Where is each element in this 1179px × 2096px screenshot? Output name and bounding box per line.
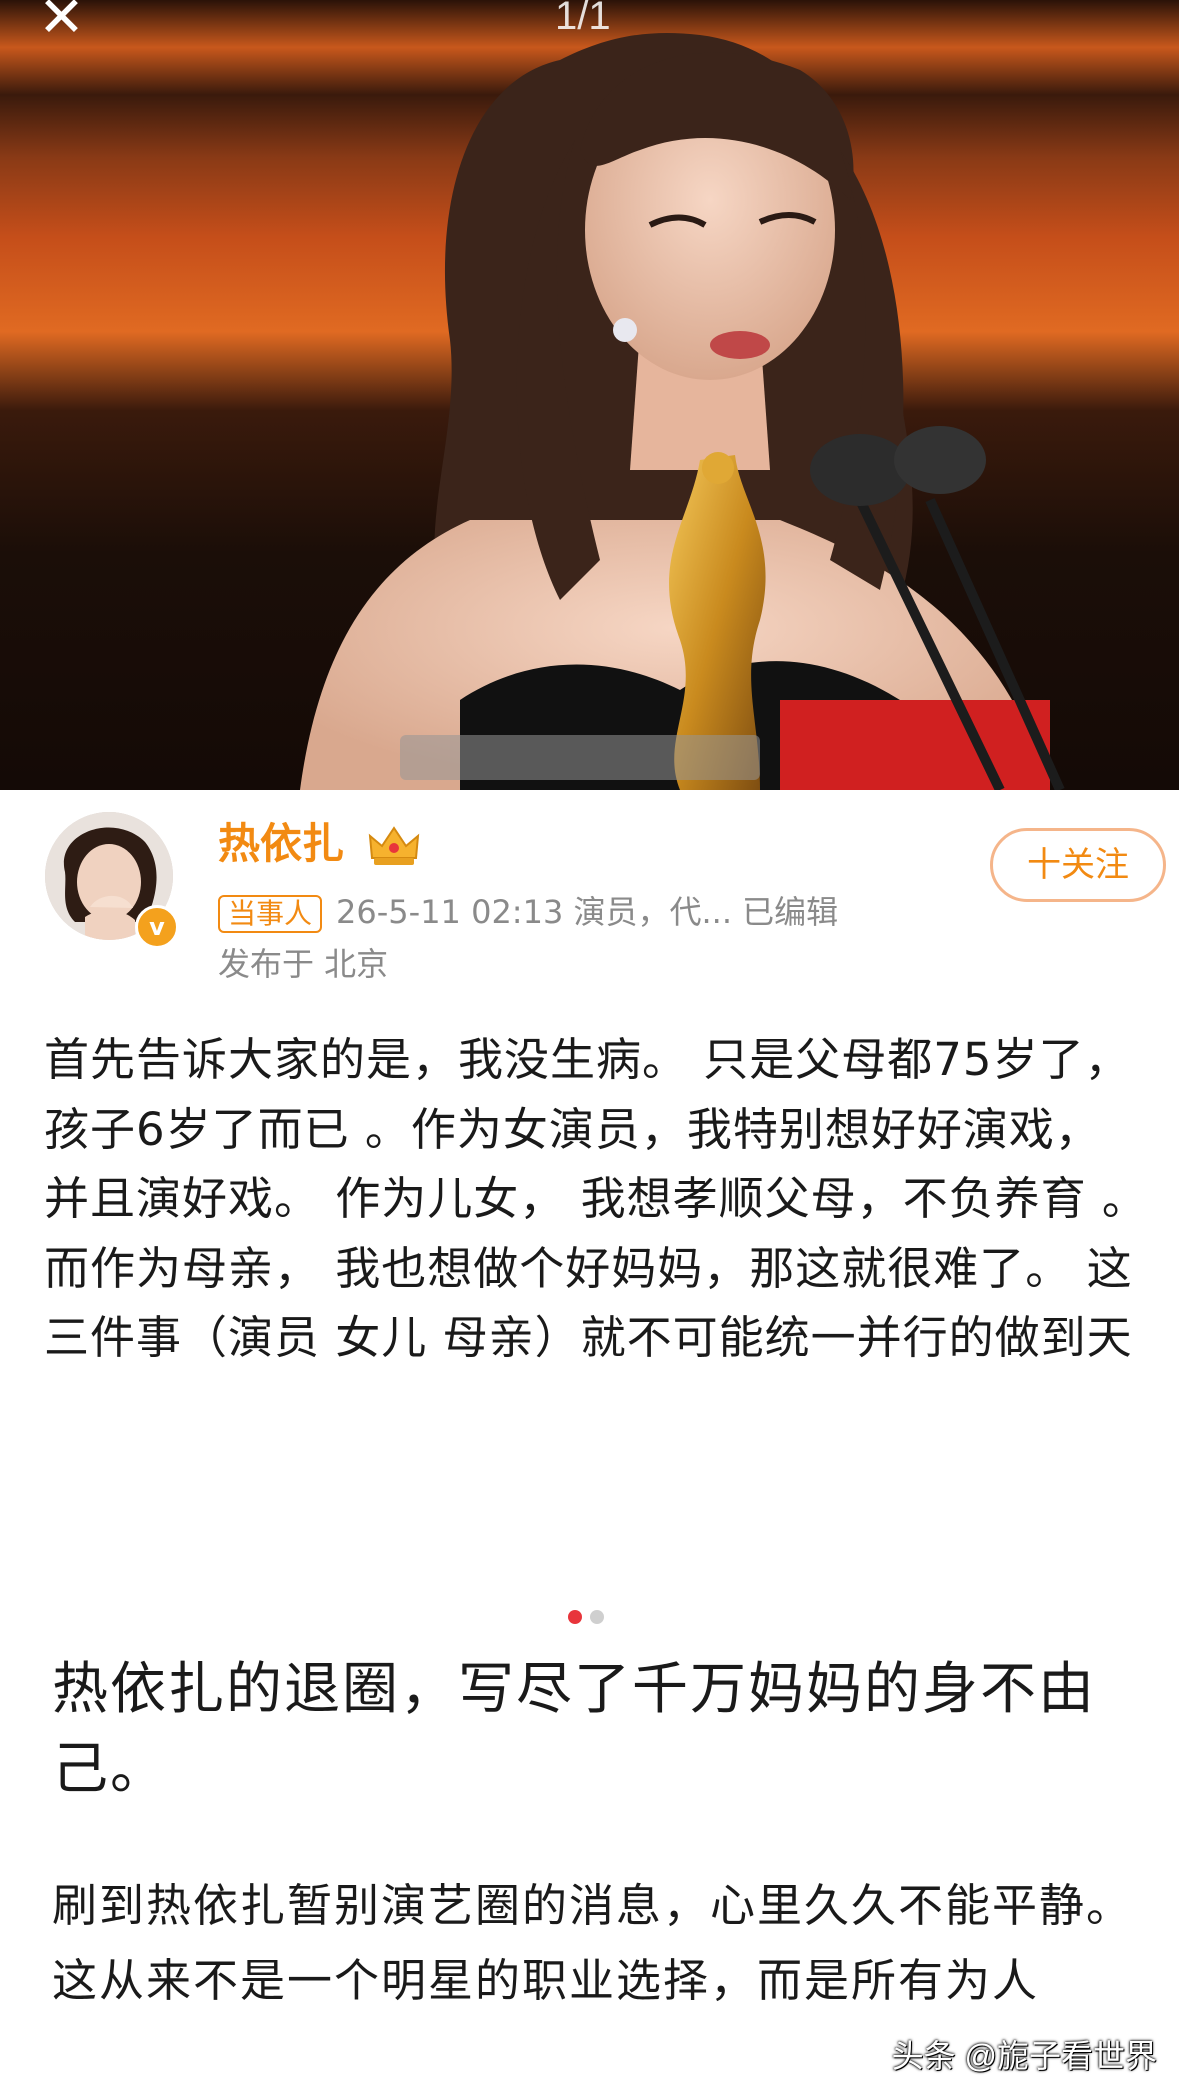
page: ✕ 1/1 v 热依扎 当事人 26-5-11 02:13 演员，代... 已编辑	[0, 0, 1179, 2096]
watermark: 头条 @旎子看世界	[891, 2038, 1157, 2074]
follow-button[interactable]: 十关注	[990, 828, 1166, 902]
pager-dot-active[interactable]	[568, 1610, 582, 1624]
username[interactable]: 热依扎	[218, 818, 344, 870]
close-icon[interactable]: ✕	[38, 0, 94, 46]
article-paragraph-2: 这从来不是一个明星的职业选择，而是所有为人	[52, 1954, 1040, 2007]
pager-dots[interactable]	[568, 1610, 612, 1626]
crown-icon	[366, 824, 422, 868]
post-meta: 当事人 26-5-11 02:13 演员，代... 已编辑	[218, 890, 838, 934]
post-location: 发布于 北京	[218, 945, 389, 983]
post-body-text: 首先告诉大家的是，我没生病。 只是父母都75岁了，孩子6岁了而已 。作为女演员，…	[44, 1033, 1148, 1364]
image-counter: 1/1	[555, 0, 611, 38]
article-paragraph-1: 刷到热依扎暂别演艺圈的消息，心里久久不能平静。	[52, 1879, 1134, 1932]
photo-viewer[interactable]: ✕ 1/1	[0, 0, 1179, 790]
article-body: 刷到热依扎暂别演艺圈的消息，心里久久不能平静。 这从来不是一个明星的职业选择，而…	[52, 1868, 1142, 2018]
post-meta-text: 26-5-11 02:13 演员，代... 已编辑	[336, 893, 839, 931]
verified-icon: v	[135, 905, 179, 949]
article: 热依扎的退圈，写尽了千万妈妈的身不由己。 刷到热依扎暂别演艺圈的消息，心里久久不…	[0, 1650, 1179, 2096]
party-tag: 当事人	[218, 895, 323, 933]
award-photo	[0, 0, 1179, 790]
article-title: 热依扎的退圈，写尽了千万妈妈的身不由己。	[52, 1657, 1096, 1802]
pager-dot[interactable]	[590, 1610, 604, 1624]
post-body: 首先告诉大家的是，我没生病。 只是父母都75岁了，孩子6岁了而已 。作为女演员，…	[44, 1025, 1154, 1370]
weibo-post: v 热依扎 当事人 26-5-11 02:13 演员，代... 已编辑 发布于 北…	[0, 790, 1179, 1650]
